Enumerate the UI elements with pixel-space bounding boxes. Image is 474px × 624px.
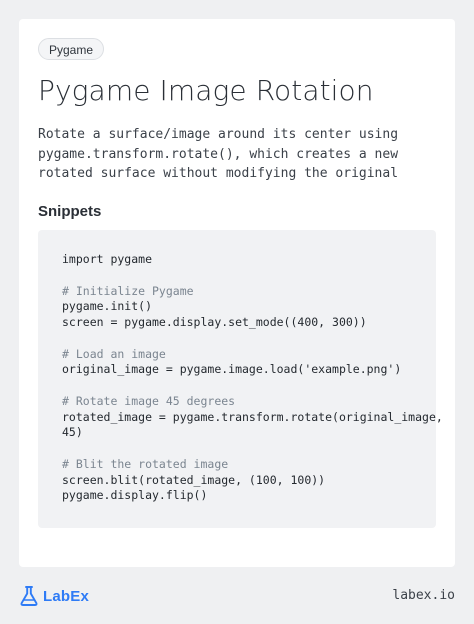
code-line: original_image = pygame.image.load('exam…	[62, 362, 402, 377]
snippets-heading: Snippets	[38, 203, 102, 220]
code-block: import pygame # Initialize Pygame pygame.i…	[38, 230, 443, 528]
code-comment-line: # Rotate image 45 degrees	[62, 393, 236, 408]
snippet-card: Pygame Pygame Image Rotation Rotate a su…	[19, 19, 455, 567]
code-line: rotated_image = pygame.transform.rotate(…	[62, 409, 443, 424]
page-title: Pygame Image Rotation	[38, 74, 374, 107]
code-line: pygame.display.flip()	[62, 488, 208, 503]
code-line: import pygame	[62, 252, 153, 266]
flask-icon	[19, 585, 39, 607]
code-comment-line: # Load an image	[62, 346, 166, 361]
category-tag[interactable]: Pygame	[38, 38, 105, 60]
code-line: pygame.init()	[62, 299, 153, 314]
code-line: screen.blit(rotated_image, (100, 100))	[62, 472, 326, 487]
code-comment-line: # Blit the rotated image	[62, 456, 229, 471]
footer: LabEx labex.io	[0, 580, 474, 612]
code-line: screen = pygame.display.set_mode((400, 3…	[62, 315, 367, 329]
logo-text: LabEx	[43, 587, 90, 605]
description: Rotate a surface/image around its center…	[38, 127, 399, 181]
code-comment-line: # Initialize Pygame	[62, 283, 194, 298]
code-line: 45)	[62, 425, 83, 440]
site-url[interactable]: labex.io	[392, 586, 455, 606]
labex-logo[interactable]: LabEx	[19, 584, 89, 608]
